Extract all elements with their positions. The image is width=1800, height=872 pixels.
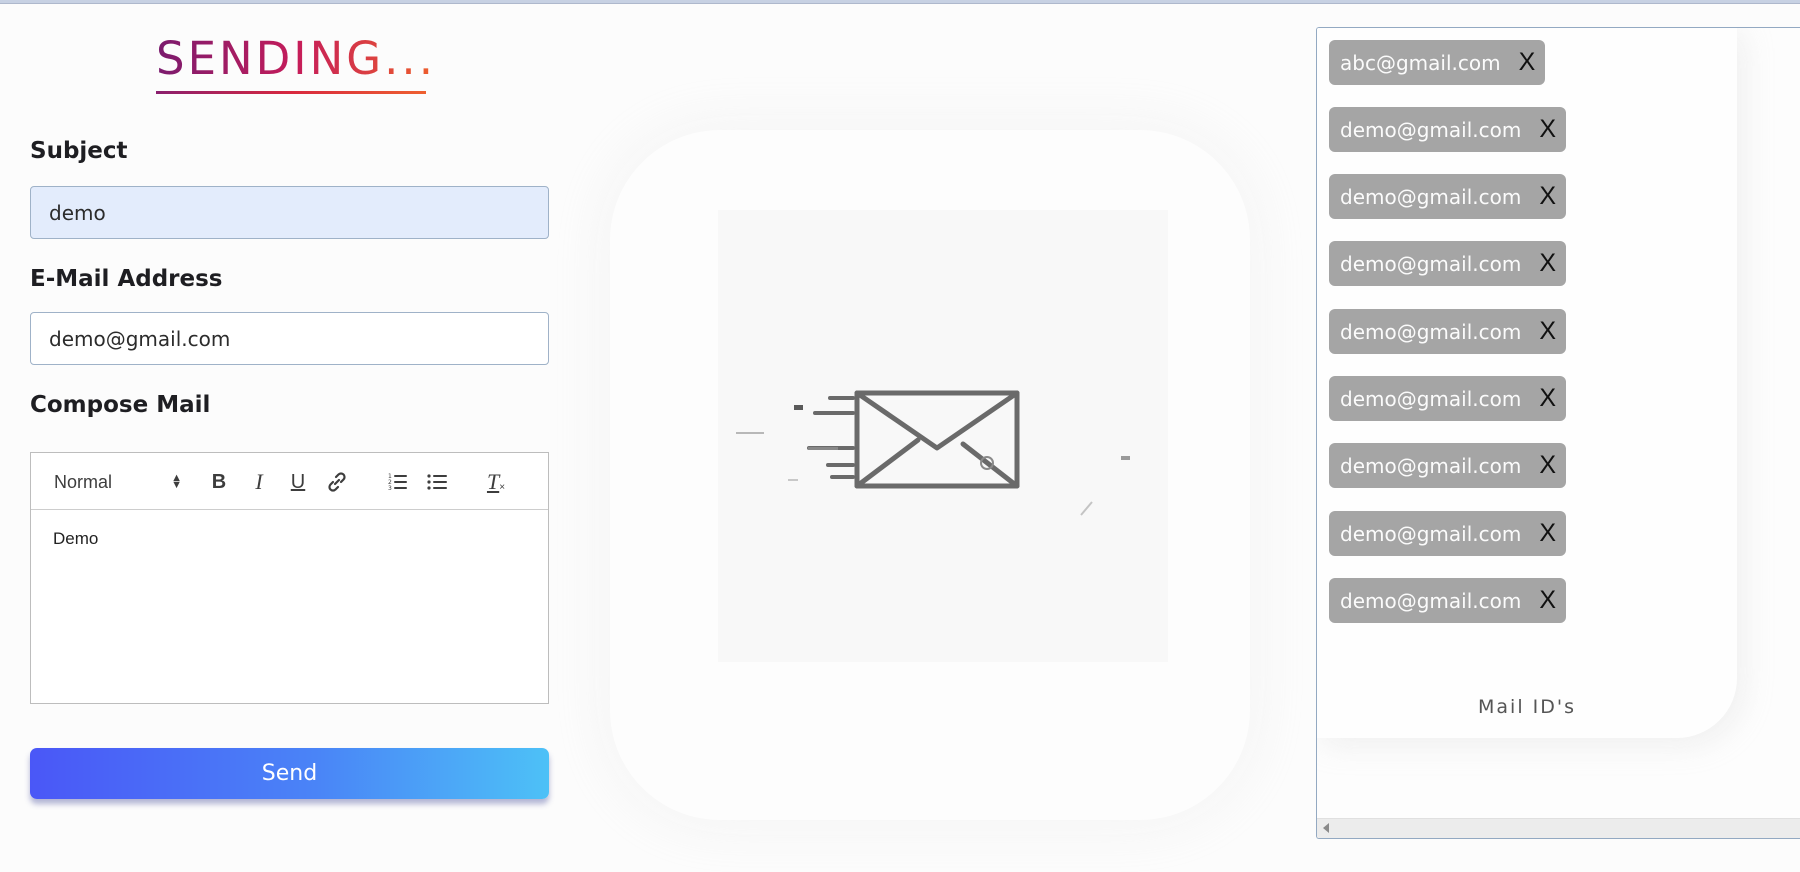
editor-toolbar: Normal ▲ ▼ B I U 123 T × xyxy=(31,453,548,510)
email-label: E-Mail Address xyxy=(30,266,223,292)
editor-body-text: Demo xyxy=(53,529,99,548)
mail-chip: demo@gmail.com X xyxy=(1329,309,1567,354)
envelope-sending-illustration xyxy=(718,210,1168,662)
mail-ids-caption: Mail ID's xyxy=(1478,696,1576,718)
mail-chip-label: demo@gmail.com xyxy=(1340,251,1522,276)
remove-mail-button[interactable]: X xyxy=(1519,50,1536,75)
bold-icon[interactable]: B xyxy=(206,467,232,497)
mail-chip: demo@gmail.com X xyxy=(1329,174,1567,219)
mail-chip-label: demo@gmail.com xyxy=(1340,319,1522,344)
underline-icon[interactable]: U xyxy=(285,467,311,497)
mail-chip-label: abc@gmail.com xyxy=(1340,50,1501,75)
editor-body[interactable]: Demo xyxy=(31,510,548,568)
remove-mail-button[interactable]: X xyxy=(1539,251,1556,276)
window-top-border xyxy=(0,0,1800,4)
format-select-value: Normal xyxy=(54,471,113,492)
remove-mail-button[interactable]: X xyxy=(1539,184,1556,209)
select-arrows-icon: ▲ ▼ xyxy=(171,472,182,491)
clear-format-icon[interactable]: T × xyxy=(483,467,509,497)
mail-chip: abc@gmail.com X xyxy=(1329,40,1546,85)
mail-ids-panel: abc@gmail.com X demo@gmail.com X demo@gm… xyxy=(1316,27,1800,839)
svg-text:3: 3 xyxy=(388,485,392,492)
format-select[interactable]: Normal ▲ ▼ xyxy=(54,467,184,497)
mail-chip: demo@gmail.com X xyxy=(1329,511,1567,556)
remove-mail-button[interactable]: X xyxy=(1539,588,1556,613)
bullet-list-icon[interactable] xyxy=(424,467,450,497)
remove-mail-button[interactable]: X xyxy=(1539,521,1556,546)
mail-chip-label: demo@gmail.com xyxy=(1340,588,1522,613)
brand-title: SENDING... xyxy=(156,32,437,85)
mail-chip-label: demo@gmail.com xyxy=(1340,184,1522,209)
remove-mail-button[interactable]: X xyxy=(1539,319,1556,344)
subject-input[interactable] xyxy=(30,186,549,239)
remove-mail-button[interactable]: X xyxy=(1539,453,1556,478)
ordered-list-icon[interactable]: 123 xyxy=(384,467,410,497)
remove-mail-button[interactable]: X xyxy=(1539,386,1556,411)
mail-chip-label: demo@gmail.com xyxy=(1340,117,1522,142)
compose-label: Compose Mail xyxy=(30,392,211,418)
email-input[interactable] xyxy=(30,312,549,365)
mail-chip-label: demo@gmail.com xyxy=(1340,453,1522,478)
mail-ids-list: abc@gmail.com X demo@gmail.com X demo@gm… xyxy=(1317,28,1737,738)
rich-text-editor: Normal ▲ ▼ B I U 123 T × Demo xyxy=(30,452,549,704)
scroll-left-icon[interactable] xyxy=(1323,823,1329,833)
envelope-sending-icon xyxy=(736,390,1130,516)
mail-chip: demo@gmail.com X xyxy=(1329,241,1567,286)
brand-underline xyxy=(156,91,426,94)
horizontal-scrollbar[interactable] xyxy=(1317,818,1800,838)
subject-label: Subject xyxy=(30,138,128,164)
mail-chip: demo@gmail.com X xyxy=(1329,107,1567,152)
mail-chip: demo@gmail.com X xyxy=(1329,578,1567,623)
italic-icon[interactable]: I xyxy=(246,467,272,497)
mail-chip: demo@gmail.com X xyxy=(1329,443,1567,488)
link-icon[interactable] xyxy=(324,467,350,497)
remove-mail-button[interactable]: X xyxy=(1539,117,1556,142)
mail-chip: demo@gmail.com X xyxy=(1329,376,1567,421)
mail-chip-label: demo@gmail.com xyxy=(1340,386,1522,411)
send-button[interactable]: Send xyxy=(30,748,549,799)
mail-chip-label: demo@gmail.com xyxy=(1340,521,1522,546)
